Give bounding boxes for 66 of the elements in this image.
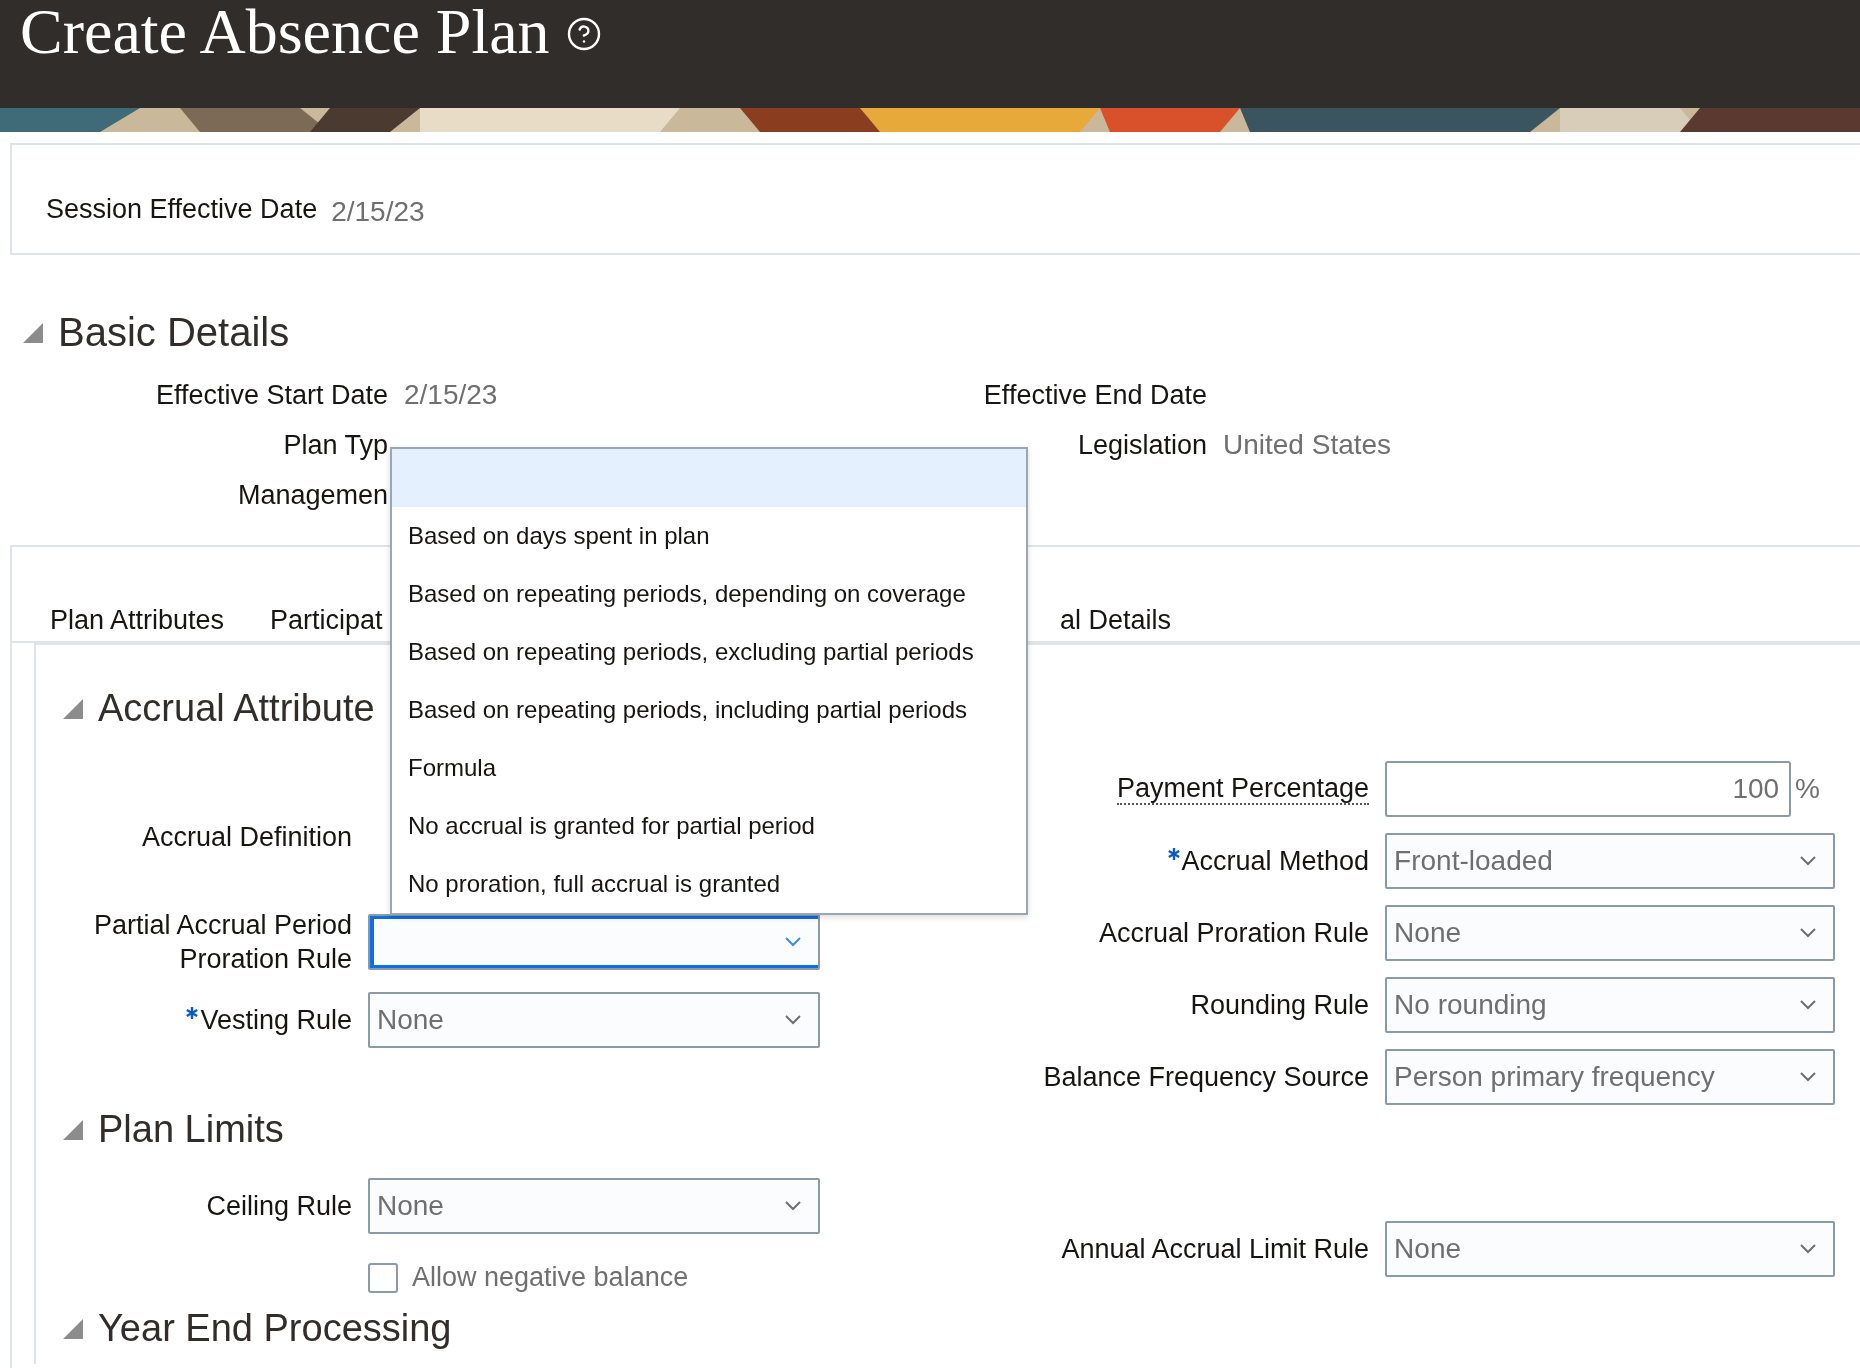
- chevron-down-icon: [1799, 1243, 1818, 1255]
- chevron-down-icon: [1799, 1071, 1818, 1083]
- chevron-down-icon: [1799, 855, 1818, 867]
- chevron-down-icon: [784, 936, 802, 948]
- select-field[interactable]: None: [368, 1178, 820, 1234]
- select-field[interactable]: None: [1385, 1221, 1836, 1277]
- select-field[interactable]: None: [368, 992, 820, 1048]
- field-label: Rounding Rule: [1190, 989, 1370, 1022]
- field-value: United States: [1223, 428, 1393, 462]
- field-label: Accrual Definition: [141, 821, 352, 854]
- field-label: Managemen: [236, 479, 388, 512]
- dropdown-option[interactable]: Formula: [392, 739, 1026, 797]
- select-field[interactable]: [368, 914, 820, 970]
- section-heading: Plan Limits: [98, 1108, 284, 1151]
- select-value: None: [377, 1190, 444, 1222]
- field-label: Accrual Proration Rule: [1098, 917, 1370, 950]
- tab[interactable]: Plan Attributes: [50, 603, 225, 641]
- field-label: Plan Typ: [282, 429, 388, 462]
- percent-suffix: %: [1795, 773, 1821, 805]
- section-heading: Year End Processing: [98, 1307, 452, 1350]
- chevron-down-icon: [784, 1014, 802, 1026]
- dropdown-option[interactable]: Based on repeating periods, depending on coverage: [392, 565, 1026, 623]
- dropdown-option[interactable]: Based on repeating periods, excluding partial periods: [392, 623, 1026, 681]
- session-date-label: Session Effective Date: [46, 193, 318, 225]
- dropdown-option[interactable]: Based on days spent in plan: [392, 507, 1026, 565]
- chevron-down-icon: [784, 1200, 802, 1212]
- field-label: Annual Accrual Limit Rule: [1061, 1233, 1370, 1266]
- field-label: Partial Accrual Period Proration Rule: [92, 909, 352, 976]
- select-field[interactable]: None: [1385, 905, 1836, 961]
- dropdown-option[interactable]: No proration, full accrual is granted: [392, 855, 1026, 913]
- collapse-icon[interactable]: [62, 697, 84, 720]
- select-value: None: [377, 1004, 444, 1036]
- field-label: Accrual Method: [1181, 845, 1370, 878]
- field-label: Vesting Rule: [200, 1004, 352, 1037]
- select-field[interactable]: Front-loaded: [1385, 833, 1836, 889]
- section-heading: Basic Details: [58, 310, 290, 355]
- select-value: Front-loaded: [1394, 845, 1553, 877]
- help-icon[interactable]: [565, 16, 602, 52]
- dropdown-option[interactable]: Based on repeating periods, including partial periods: [392, 681, 1026, 739]
- section-heading: Accrual Attribute: [98, 687, 375, 730]
- checkbox[interactable]: [368, 1262, 398, 1293]
- collapse-icon[interactable]: [62, 1317, 84, 1340]
- select-value: None: [1394, 917, 1462, 949]
- checkbox-label: Allow negative balance: [412, 1262, 689, 1293]
- page-title: Create Absence Plan: [20, 0, 550, 64]
- collapse-icon[interactable]: [62, 1118, 84, 1141]
- select-field[interactable]: Person primary frequency: [1385, 1049, 1836, 1105]
- select-value: Person primary frequency: [1394, 1061, 1715, 1093]
- chevron-down-icon: [1799, 927, 1818, 939]
- field-label: Ceiling Rule: [206, 1190, 352, 1223]
- select-value: None: [1394, 1233, 1462, 1265]
- field-value: 2/15/23: [404, 378, 499, 412]
- session-date-value: 2/15/23: [331, 196, 425, 228]
- select-value: No rounding: [1394, 989, 1547, 1021]
- chevron-down-icon: [1799, 999, 1818, 1011]
- tab[interactable]: al Details: [1060, 603, 1172, 641]
- tab[interactable]: Participat: [270, 603, 383, 641]
- input-field[interactable]: 100: [1385, 761, 1792, 817]
- field-label: Legislation: [1076, 429, 1207, 462]
- field-label: Effective Start Date: [154, 379, 388, 412]
- select-field[interactable]: No rounding: [1385, 977, 1836, 1033]
- field-label: Effective End Date: [982, 379, 1207, 412]
- collapse-icon[interactable]: [22, 321, 44, 344]
- dropdown-option[interactable]: No accrual is granted for partial period: [392, 797, 1026, 855]
- field-label: Balance Frequency Source: [1043, 1061, 1370, 1094]
- field-label: Payment Percentage: [1116, 773, 1370, 805]
